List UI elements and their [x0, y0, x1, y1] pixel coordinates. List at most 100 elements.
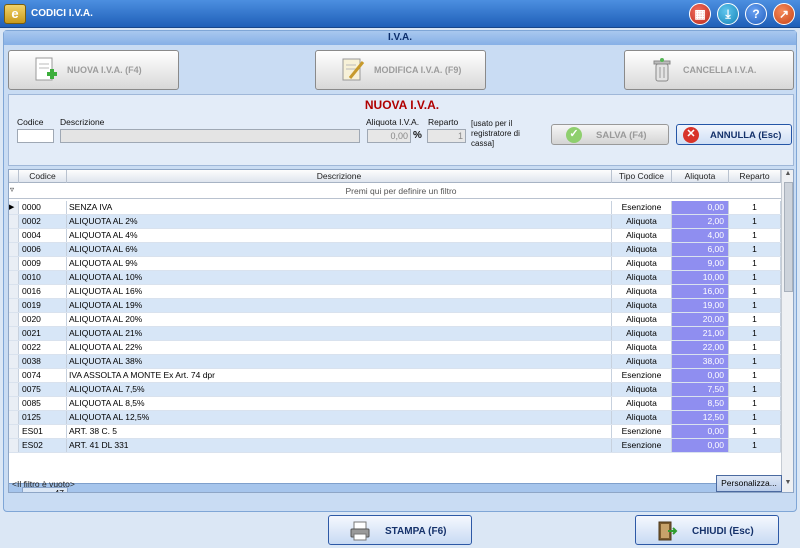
exit-icon[interactable]: ↗ [773, 3, 795, 25]
exit-door-icon [658, 521, 678, 541]
row-selector [9, 313, 19, 326]
app-logo-icon: e [4, 4, 26, 24]
cell-aliquota: 7,50 [672, 383, 729, 396]
table-row[interactable]: 0085 ALIQUOTA AL 8,5% Aliquota 8,50 1 [9, 397, 781, 411]
cell-descrizione: ART. 38 C. 5 [67, 425, 612, 438]
table-row[interactable]: 0020 ALIQUOTA AL 20% Aliquota 20,00 1 [9, 313, 781, 327]
print-button[interactable]: STAMPA (F6) [328, 515, 472, 545]
cell-aliquota: 0,00 [672, 369, 729, 382]
scroll-down-icon[interactable]: ▼ [782, 479, 793, 491]
table-row[interactable]: 0021 ALIQUOTA AL 21% Aliquota 21,00 1 [9, 327, 781, 341]
scroll-up-icon[interactable]: ▲ [782, 170, 793, 182]
cell-descrizione: ALIQUOTA AL 16% [67, 285, 612, 298]
vertical-scrollbar[interactable]: ▲ ▼ [781, 170, 793, 492]
delete-vat-label: CANCELLA I.V.A. [683, 65, 757, 75]
row-selector [9, 271, 19, 284]
cell-codice: 0019 [19, 299, 67, 312]
page-title: I.V.A. [387, 32, 413, 43]
table-row[interactable]: 0009 ALIQUOTA AL 9% Aliquota 9,00 1 [9, 257, 781, 271]
status-bar: <Il filtro è vuoto> Personalizza... [8, 473, 782, 495]
filter-row[interactable]: ▿ Premi qui per definire un filtro [9, 183, 781, 199]
cell-codice: 0125 [19, 411, 67, 424]
cell-aliquota: 9,00 [672, 257, 729, 270]
cell-descrizione: ALIQUOTA AL 10% [67, 271, 612, 284]
cell-codice: 0016 [19, 285, 67, 298]
column-header-aliquota[interactable]: Aliquota [672, 170, 729, 183]
cell-codice: 0000 [19, 201, 67, 214]
codice-field[interactable] [17, 129, 54, 143]
scrollbar-thumb[interactable] [784, 182, 793, 292]
aliquota-label: Aliquota I.V.A. [366, 117, 420, 127]
trash-icon [653, 58, 671, 82]
table-body: ▶ 0000 SENZA IVA Esenzione 0,00 1 0002 ALIQUOTA… [9, 201, 781, 453]
table-row[interactable]: 0038 ALIQUOTA AL 38% Aliquota 38,00 1 [9, 355, 781, 369]
cell-reparto: 1 [729, 271, 781, 284]
table-row[interactable]: 0022 ALIQUOTA AL 22% Aliquota 22,00 1 [9, 341, 781, 355]
cell-tipo: Esenzione [612, 425, 672, 438]
cell-reparto: 1 [729, 313, 781, 326]
save-button[interactable]: ✓ SALVA (F4) [551, 124, 669, 145]
checkmark-icon: ✓ [566, 127, 582, 143]
cancel-button[interactable]: ✕ ANNULLA (Esc) [676, 124, 792, 145]
new-document-icon [35, 57, 57, 81]
cell-descrizione: ALIQUOTA AL 4% [67, 229, 612, 242]
aliquota-field[interactable]: 0,00 [367, 129, 411, 143]
close-button[interactable]: CHIUDI (Esc) [635, 515, 779, 545]
column-header-descrizione[interactable]: Descrizione [67, 170, 612, 183]
row-selector [9, 355, 19, 368]
table-row[interactable]: ▶ 0000 SENZA IVA Esenzione 0,00 1 [9, 201, 781, 215]
column-header-tipo[interactable]: Tipo Codice [612, 170, 672, 183]
cell-reparto: 1 [729, 243, 781, 256]
cell-descrizione: ALIQUOTA AL 21% [67, 327, 612, 340]
table-row[interactable]: 0074 IVA ASSOLTA A MONTE Ex Art. 74 dpr Es… [9, 369, 781, 383]
current-row-indicator-icon: ▶ [9, 201, 19, 214]
table-row[interactable]: 0004 ALIQUOTA AL 4% Aliquota 4,00 1 [9, 229, 781, 243]
table-row[interactable]: 0002 ALIQUOTA AL 2% Aliquota 2,00 1 [9, 215, 781, 229]
table-row[interactable]: 0016 ALIQUOTA AL 16% Aliquota 16,00 1 [9, 285, 781, 299]
form-title: NUOVA I.V.A. [364, 98, 440, 112]
table-row[interactable]: ES01 ART. 38 C. 5 Esenzione 0,00 1 [9, 425, 781, 439]
cell-tipo: Aliquota [612, 257, 672, 270]
calculator-icon[interactable]: ▦ [689, 3, 711, 25]
percent-symbol: % [413, 130, 422, 141]
header-selector [9, 170, 19, 183]
main-panel: I.V.A. NUOVA I.V.A. (F4) MODIFICA I.V.A.… [3, 30, 797, 512]
table-row[interactable]: 0075 ALIQUOTA AL 7,5% Aliquota 7,50 1 [9, 383, 781, 397]
column-header-codice[interactable]: Codice [19, 170, 67, 183]
cell-tipo: Aliquota [612, 341, 672, 354]
edit-vat-button[interactable]: MODIFICA I.V.A. (F9) [315, 50, 486, 90]
cell-aliquota: 8,50 [672, 397, 729, 410]
cell-aliquota: 0,00 [672, 439, 729, 452]
table-row[interactable]: ES02 ART. 41 DL 331 Esenzione 0,00 1 [9, 439, 781, 453]
table-row[interactable]: 0125 ALIQUOTA AL 12,5% Aliquota 12,50 1 [9, 411, 781, 425]
help-icon[interactable]: ? [745, 3, 767, 25]
delete-vat-button[interactable]: CANCELLA I.V.A. [624, 50, 794, 90]
column-header-reparto[interactable]: Reparto [729, 170, 781, 183]
cell-tipo: Esenzione [612, 439, 672, 452]
cell-descrizione: ALIQUOTA AL 19% [67, 299, 612, 312]
cell-reparto: 1 [729, 229, 781, 242]
cell-tipo: Aliquota [612, 355, 672, 368]
save-label: SALVA (F4) [596, 130, 647, 141]
table-row[interactable]: 0019 ALIQUOTA AL 19% Aliquota 19,00 1 [9, 299, 781, 313]
edit-document-icon [342, 58, 365, 81]
cell-codice: 0020 [19, 313, 67, 326]
row-selector [9, 327, 19, 340]
cell-tipo: Esenzione [612, 201, 672, 214]
cell-codice: 0022 [19, 341, 67, 354]
cell-codice: 0021 [19, 327, 67, 340]
download-icon[interactable]: ⤓ [717, 3, 739, 25]
reparto-field[interactable]: 1 [427, 129, 466, 143]
customize-button[interactable]: Personalizza... [716, 475, 782, 492]
descrizione-field[interactable] [60, 129, 360, 143]
table-row[interactable]: 0010 ALIQUOTA AL 10% Aliquota 10,00 1 [9, 271, 781, 285]
cell-reparto: 1 [729, 327, 781, 340]
cell-tipo: Aliquota [612, 411, 672, 424]
cell-tipo: Aliquota [612, 299, 672, 312]
cell-descrizione: ALIQUOTA AL 9% [67, 257, 612, 270]
new-vat-button[interactable]: NUOVA I.V.A. (F4) [8, 50, 179, 90]
cell-tipo: Esenzione [612, 369, 672, 382]
cell-tipo: Aliquota [612, 327, 672, 340]
table-row[interactable]: 0006 ALIQUOTA AL 6% Aliquota 6,00 1 [9, 243, 781, 257]
cell-aliquota: 16,00 [672, 285, 729, 298]
